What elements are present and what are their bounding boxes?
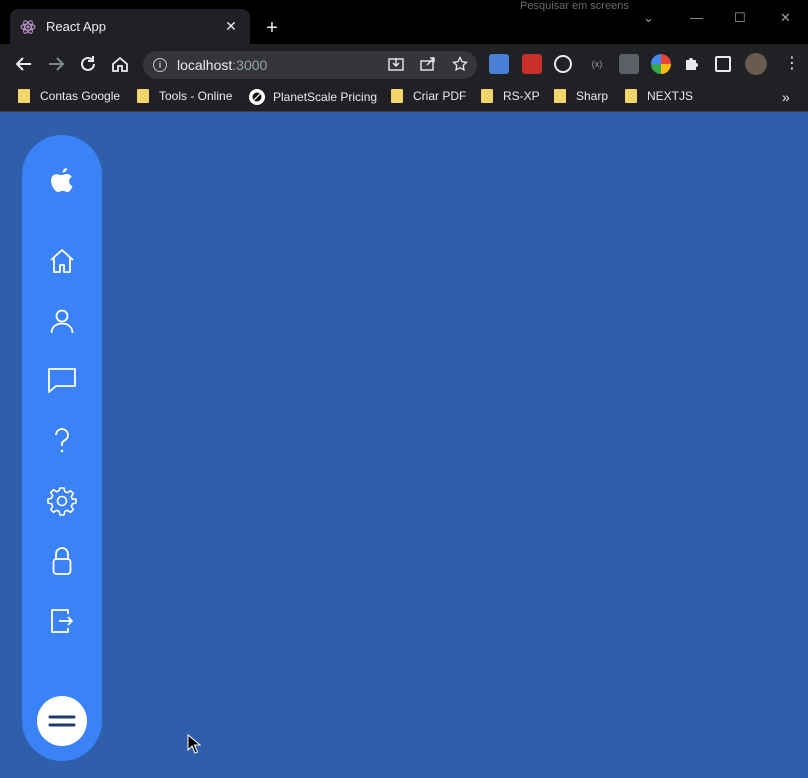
home-icon[interactable] [46, 245, 78, 277]
forward-icon[interactable] [44, 52, 68, 76]
lock-icon[interactable] [46, 545, 78, 577]
question-icon[interactable] [46, 425, 78, 457]
maximize-button[interactable]: ☐ [734, 10, 746, 26]
folder-icon [481, 89, 493, 103]
extension-color-icon[interactable] [651, 54, 671, 74]
bookmark-label: RS-XP [503, 89, 540, 103]
install-icon[interactable] [388, 56, 404, 77]
tab-close-icon[interactable]: ✕ [222, 18, 240, 36]
folder-icon [18, 89, 30, 103]
extension-red-icon[interactable] [522, 54, 542, 74]
bookmarks-overflow-icon[interactable]: » [782, 89, 790, 105]
url-host: localhost [177, 57, 233, 73]
url-port: :3000 [232, 57, 268, 73]
bookmark-label: NEXTJS [647, 89, 694, 103]
bookmark-item[interactable]: NEXTJS [625, 89, 693, 103]
mouse-cursor-icon [187, 733, 202, 759]
bookmark-label: PlanetScale Pricing [273, 90, 378, 104]
extension-code-icon[interactable]: (x) [587, 54, 607, 74]
chat-icon[interactable] [46, 364, 78, 396]
bookmark-item[interactable]: Sharp [554, 89, 608, 103]
side-panel-icon[interactable] [715, 56, 731, 72]
window-close-button[interactable]: ✕ [780, 10, 791, 26]
bookmarks-bar: Contas Google Tools - Online PlanetScale… [0, 84, 808, 112]
bookmark-label: Criar PDF [413, 89, 467, 103]
bookmark-label: Contas Google [40, 89, 121, 103]
reload-icon[interactable] [76, 52, 100, 76]
tab-search-icon[interactable]: ⌄ [643, 10, 654, 26]
menu-toggle-button[interactable] [37, 696, 87, 746]
home-browser-icon[interactable] [108, 52, 132, 76]
site-info-icon[interactable]: i [153, 58, 167, 72]
minimize-button[interactable]: — [690, 10, 703, 25]
folder-icon [137, 89, 149, 103]
folder-icon [391, 89, 403, 103]
bookmark-label: Sharp [576, 89, 609, 103]
address-actions [388, 55, 468, 77]
user-icon[interactable] [46, 305, 78, 337]
browser-titlebar: React App ✕ + Pesquisar em screens ⌄ — ☐… [0, 0, 808, 44]
new-tab-button[interactable]: + [260, 17, 284, 41]
logout-icon[interactable] [46, 605, 78, 637]
extensions-puzzle-icon[interactable] [683, 54, 703, 74]
share-icon[interactable] [420, 56, 436, 77]
tab-title: React App [46, 19, 106, 34]
bookmark-label: Tools - Online [159, 89, 233, 103]
bookmark-item[interactable]: Tools - Online [137, 89, 232, 103]
gear-icon[interactable] [46, 485, 78, 517]
react-favicon-icon [20, 19, 36, 35]
bookmark-item[interactable]: Contas Google [18, 89, 120, 103]
extension-target-icon[interactable] [554, 55, 572, 73]
folder-icon [554, 89, 566, 103]
background-tab-hint: Pesquisar em screens [520, 0, 629, 12]
translate-extension-icon[interactable] [489, 54, 509, 74]
browser-tab[interactable]: React App ✕ [10, 9, 250, 44]
sidebar [22, 135, 102, 761]
menu-icon [48, 715, 76, 727]
back-icon[interactable] [12, 52, 36, 76]
apple-icon[interactable] [46, 165, 78, 197]
planetscale-icon [249, 89, 265, 105]
folder-icon [625, 89, 637, 103]
browser-menu-icon[interactable]: ⋮ [782, 54, 802, 74]
bookmark-item[interactable]: RS-XP [481, 89, 540, 103]
bookmark-item[interactable]: Criar PDF [391, 89, 466, 103]
profile-avatar[interactable] [745, 53, 767, 75]
page-content [0, 113, 808, 778]
extension-grid-icon[interactable] [619, 54, 639, 74]
star-icon[interactable] [452, 55, 468, 77]
bookmark-item[interactable]: PlanetScale Pricing [249, 89, 377, 105]
